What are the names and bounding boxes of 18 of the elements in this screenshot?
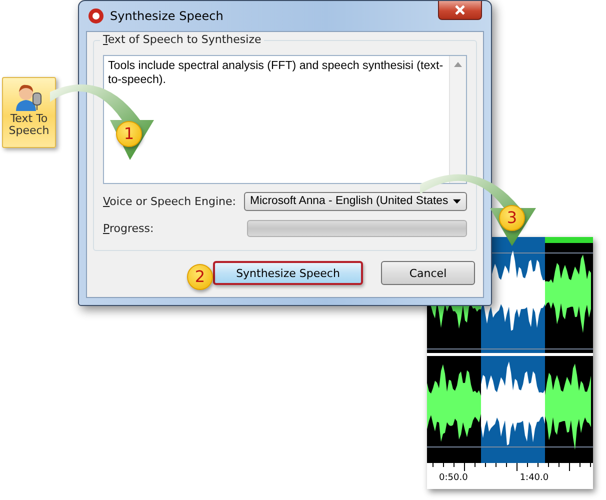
record-icon xyxy=(88,8,104,24)
window-title: Synthesize Speech xyxy=(110,9,224,23)
synthesize-button[interactable]: Synthesize Speech xyxy=(213,261,363,285)
cancel-button[interactable]: Cancel xyxy=(381,261,475,285)
close-button[interactable] xyxy=(438,1,482,20)
voice-label: Voice or Speech Engine: xyxy=(103,194,237,208)
speaker-microphone-icon xyxy=(14,82,44,112)
time-label: 0:50.0 xyxy=(439,472,468,485)
scroll-up-icon xyxy=(454,62,462,67)
text-to-speech-button[interactable]: Text To Speech xyxy=(2,77,56,148)
group-label: Text of Speech to Synthesize xyxy=(100,33,264,46)
scrollbar[interactable] xyxy=(449,56,466,183)
progress-label: Progress: xyxy=(103,222,155,234)
dropdown-caret-icon xyxy=(453,198,461,204)
close-icon xyxy=(454,5,466,15)
time-label: 1:40.0 xyxy=(520,472,549,485)
speech-text: Tools include spectral analysis (FFT) and speech synthesisi (text-to-speech). xyxy=(107,58,444,88)
voice-dropdown[interactable]: Microsoft Anna - English (United States xyxy=(244,192,467,210)
